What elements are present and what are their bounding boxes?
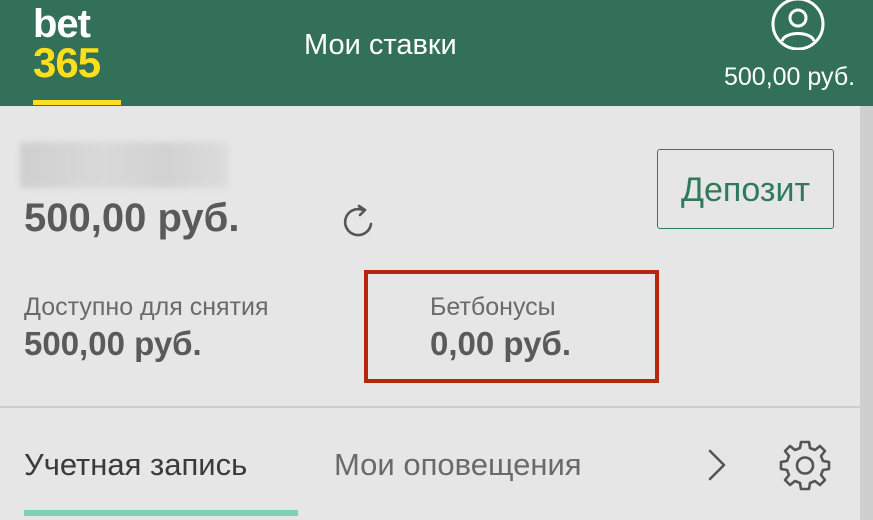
panel-edge [860, 106, 873, 520]
logo-active-underline [33, 100, 121, 105]
deposit-button[interactable]: Депозит [657, 149, 834, 229]
main-balance: 500,00 руб. [24, 196, 240, 240]
header-balance[interactable]: 500,00 руб. [724, 62, 873, 92]
logo-text-365: 365 [33, 39, 101, 86]
user-account-icon[interactable] [769, 0, 827, 50]
tab-alerts[interactable]: Мои оповещения [334, 446, 582, 484]
top-header: bet 365 Мои ставки 500,00 руб. [0, 0, 873, 106]
blurred-username [20, 142, 228, 188]
chevron-right-icon[interactable] [705, 448, 729, 482]
active-tab-indicator [24, 510, 298, 516]
withdrawable-value: 500,00 руб. [24, 325, 202, 362]
withdrawable-label: Доступно для снятия [24, 293, 269, 321]
refresh-icon[interactable] [339, 202, 379, 238]
bet365-logo[interactable]: bet 365 [33, 2, 125, 105]
betbonus-value: 0,00 руб. [430, 325, 572, 362]
logo-text-bet: bet [33, 2, 91, 46]
my-bets-link[interactable]: Мои ставки [304, 28, 457, 62]
gear-icon[interactable] [778, 438, 832, 492]
section-divider [0, 406, 860, 408]
tab-account[interactable]: Учетная запись [24, 446, 247, 484]
betbonus-label: Бетбонусы [430, 293, 556, 321]
